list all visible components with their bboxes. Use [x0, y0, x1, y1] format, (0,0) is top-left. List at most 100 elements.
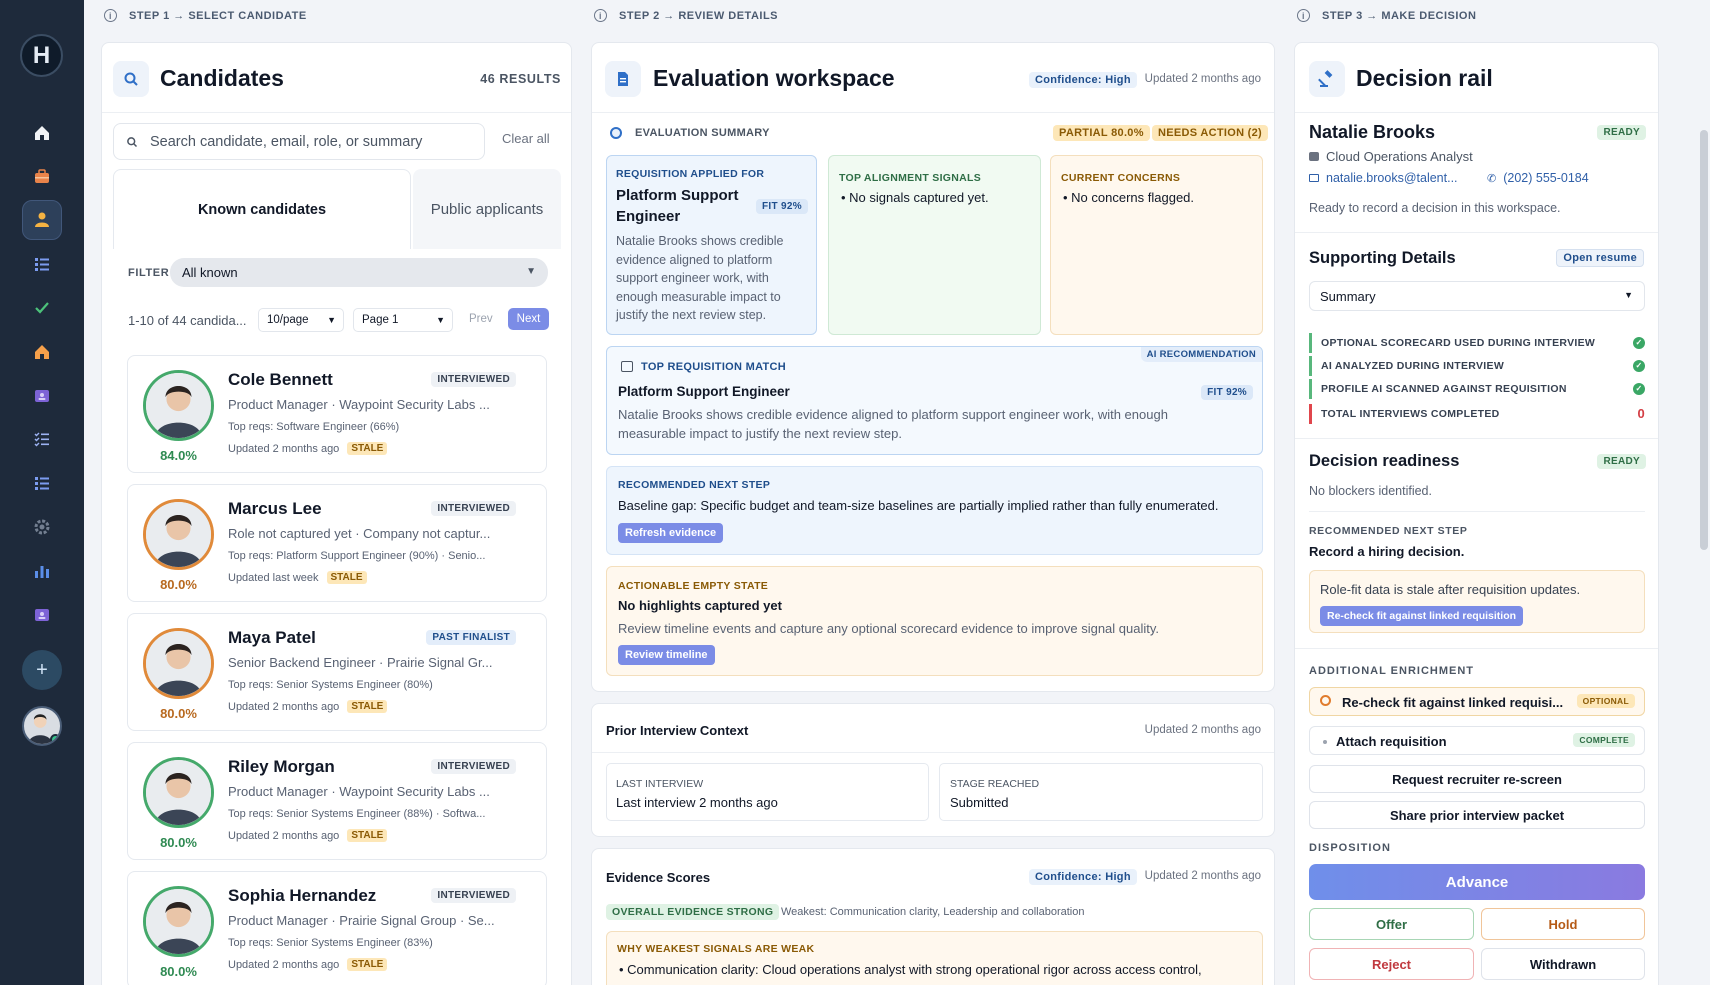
add-button[interactable]: +: [22, 650, 62, 690]
optional-badge: OPTIONAL: [1576, 694, 1635, 708]
candidate-phone-text: (202) 555-0184: [1503, 171, 1589, 185]
check-icon[interactable]: [22, 288, 62, 328]
top-match-card[interactable]: TOP REQUISITION MATCH AI RECOMMENDATION …: [606, 346, 1263, 455]
page-select[interactable]: Page 1 ▼: [353, 308, 453, 332]
withdrawn-button[interactable]: Withdrawn: [1481, 948, 1645, 980]
scrollbar[interactable]: [1700, 130, 1708, 550]
divider: [1295, 438, 1658, 439]
app-logo[interactable]: H: [20, 34, 63, 77]
candidate-role: Role not captured yet · Company not capt…: [228, 526, 491, 541]
enrichment-attach-text: Attach requisition: [1336, 734, 1447, 749]
check-circle-icon: ✓: [1633, 383, 1645, 395]
candidate-card[interactable]: 80.0% Maya Patel PAST FINALIST Senior Backe…: [127, 613, 547, 731]
stage-reached-box: STAGE REACHED Submitted: [939, 763, 1263, 821]
status-badge: INTERVIEWED: [431, 759, 516, 774]
candidate-role: Senior Backend Engineer · Prairie Signal…: [228, 655, 493, 670]
workspace-title: Evaluation workspace: [653, 65, 895, 91]
workspace-updated: Updated 2 months ago: [1144, 73, 1261, 85]
offer-button[interactable]: Offer: [1309, 908, 1474, 940]
candidates-icon[interactable]: [22, 200, 62, 240]
weak-signal-text: Communication clarity: Cloud operations …: [627, 962, 1202, 977]
stale-badge: STALE: [347, 958, 388, 971]
requisition-card[interactable]: REQUISITION APPLIED FOR Platform Support…: [606, 155, 817, 335]
candidate-updated-text: Updated 2 months ago: [228, 829, 340, 842]
checklist-icon[interactable]: [22, 419, 62, 459]
step-1-label: i STEP 1 → SELECT CANDIDATE: [104, 9, 307, 22]
disposition-label: DISPOSITION: [1309, 842, 1391, 854]
weak-signal-item: • Communication clarity: Cloud operation…: [619, 962, 1202, 977]
candidate-card[interactable]: 84.0% Cole Bennett INTERVIEWED Product Mana…: [127, 355, 547, 473]
candidate-card[interactable]: 80.0% Sophia Hernandez INTERVIEWED Product …: [127, 871, 547, 985]
enrichment-recheck[interactable]: Re-check fit against linked requisi... O…: [1309, 687, 1645, 716]
tasks-icon[interactable]: [22, 463, 62, 503]
status-badge: INTERVIEWED: [431, 501, 516, 516]
next-button[interactable]: Next: [508, 308, 549, 330]
id-card-icon[interactable]: [22, 376, 62, 416]
recommended-step-card: RECOMMENDED NEXT STEP Baseline gap: Spec…: [606, 466, 1263, 555]
hold-button[interactable]: Hold: [1481, 908, 1645, 940]
alignment-signals-card: TOP ALIGNMENT SIGNALS • No signals captu…: [828, 155, 1041, 335]
confidence-badge: Confidence: High: [1029, 72, 1137, 88]
reject-button[interactable]: Reject: [1309, 948, 1474, 980]
prev-button[interactable]: Prev: [469, 313, 493, 325]
user-avatar[interactable]: [22, 706, 62, 746]
check-row-ai-analyzed: AI ANALYZED DURING INTERVIEW ✓: [1309, 356, 1645, 376]
list-icon[interactable]: [22, 244, 62, 284]
search-input[interactable]: Search candidate, email, role, or summar…: [113, 123, 485, 160]
ai-recommendation-badge: AI RECOMMENDATION: [1140, 347, 1262, 362]
sidebar: H +: [0, 0, 84, 985]
contact-card-icon[interactable]: [22, 595, 62, 635]
gear-icon[interactable]: [22, 507, 62, 547]
divider: [102, 112, 571, 113]
status-badge: INTERVIEWED: [431, 888, 516, 903]
step-2-label: i STEP 2 → REVIEW DETAILS: [594, 9, 778, 22]
empty-state-card: ACTIONABLE EMPTY STATE No highlights cap…: [606, 566, 1263, 676]
total-interviews-value: 0: [1637, 406, 1645, 421]
clear-all-button[interactable]: Clear all: [502, 131, 550, 146]
stale-badge: STALE: [347, 442, 388, 455]
share-packet-button[interactable]: Share prior interview packet: [1309, 801, 1645, 829]
top-match-label: TOP REQUISITION MATCH: [641, 361, 787, 373]
enrichment-attach-requisition[interactable]: Attach requisition COMPLETE: [1309, 726, 1645, 755]
summary-select-value: Summary: [1320, 289, 1376, 304]
divider: [1295, 648, 1658, 649]
candidate-card[interactable]: 80.0% Riley Morgan INTERVIEWED Product Mana…: [127, 742, 547, 860]
filter-select[interactable]: All known ▼: [170, 258, 548, 287]
candidate-card[interactable]: 80.0% Marcus Lee INTERVIEWED Role not captu…: [127, 484, 547, 602]
partial-badge: PARTIAL 80.0%: [1053, 125, 1150, 141]
decision-rail-panel: Decision rail Natalie Brooks READY Cloud…: [1294, 42, 1659, 985]
briefcase-icon[interactable]: [22, 157, 62, 197]
house-icon[interactable]: [22, 332, 62, 372]
recheck-fit-button[interactable]: Re-check fit against linked requisition: [1320, 606, 1524, 626]
candidates-title: Candidates: [160, 65, 284, 91]
status-badge: PAST FINALIST: [426, 630, 516, 645]
advance-button[interactable]: Advance: [1309, 864, 1645, 900]
candidate-updated: Updated 2 months ago STALE: [228, 829, 388, 842]
evaluation-summary-label: EVALUATION SUMMARY: [635, 127, 770, 139]
bar-chart-icon[interactable]: [22, 551, 62, 591]
check-row-text: OPTIONAL SCORECARD USED DURING INTERVIEW: [1321, 337, 1596, 349]
match-description: Natalie Brooks shows credible evidence a…: [618, 407, 1168, 441]
fit-badge: FIT 92%: [756, 199, 808, 214]
candidate-role-text: Cloud Operations Analyst: [1326, 149, 1473, 164]
check-row-text: AI ANALYZED DURING INTERVIEW: [1321, 360, 1505, 372]
per-page-value: 10/page: [267, 314, 309, 326]
home-icon[interactable]: [22, 113, 62, 153]
candidate-score: 80.0%: [160, 835, 197, 850]
candidate-updated: Updated 2 months ago STALE: [228, 958, 388, 971]
tab-known-candidates[interactable]: Known candidates: [113, 169, 411, 249]
tab-public-applicants[interactable]: Public applicants: [413, 169, 561, 249]
refresh-evidence-button[interactable]: Refresh evidence: [618, 523, 724, 543]
prior-interview-title: Prior Interview Context: [606, 723, 749, 738]
request-rescreen-button[interactable]: Request recruiter re-screen: [1309, 765, 1645, 793]
candidate-phone[interactable]: ✆ (202) 555-0184: [1487, 171, 1589, 185]
search-placeholder: Search candidate, email, role, or summar…: [150, 133, 423, 150]
last-interview-value: Last interview 2 months ago: [616, 795, 778, 810]
candidate-email[interactable]: natalie.brooks@talent...: [1309, 171, 1458, 185]
open-resume-button[interactable]: Open resume: [1556, 249, 1644, 267]
candidate-updated: Updated last week STALE: [228, 571, 367, 584]
per-page-select[interactable]: 10/page ▼: [258, 308, 344, 332]
summary-select[interactable]: Summary ▼: [1309, 281, 1645, 311]
candidate-top-reqs: Top reqs: Senior Systems Engineer (88%) …: [228, 808, 486, 820]
review-timeline-button[interactable]: Review timeline: [618, 645, 715, 665]
